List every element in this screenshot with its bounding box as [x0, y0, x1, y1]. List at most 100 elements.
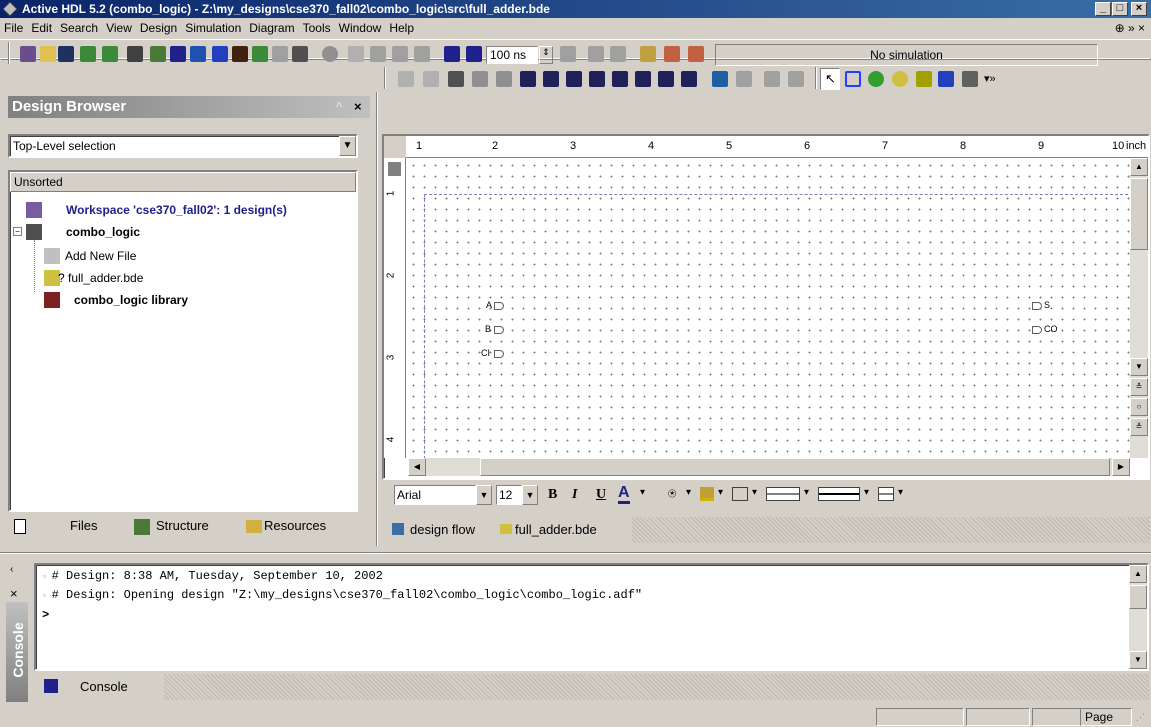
panel-pin-icon[interactable]: ^ — [336, 96, 342, 118]
output-port-s[interactable] — [1032, 302, 1042, 310]
generate-icon[interactable] — [712, 71, 728, 87]
compare-icon[interactable] — [736, 71, 752, 87]
find-icon[interactable] — [190, 46, 206, 62]
copy-icon[interactable] — [423, 71, 439, 87]
time-input[interactable]: 100 ns — [486, 46, 538, 64]
sim-end-icon[interactable] — [414, 46, 430, 62]
pan-icon[interactable] — [543, 71, 559, 87]
input-port-ci[interactable] — [494, 350, 504, 358]
splitter[interactable] — [376, 92, 378, 546]
ruler-handle[interactable] — [388, 162, 401, 176]
console-scroll-thumb[interactable] — [1129, 585, 1147, 609]
size-dropdown-icon[interactable]: ▼ — [522, 485, 538, 505]
undo-icon[interactable] — [472, 71, 488, 87]
output-port-co[interactable] — [1032, 326, 1042, 334]
tree-item-design[interactable]: combo_logic — [66, 224, 140, 240]
zoom-selection-icon[interactable] — [635, 71, 651, 87]
tree-item-library[interactable]: combo_logic library — [74, 292, 188, 308]
find-object-icon[interactable] — [681, 71, 697, 87]
port-tool-icon[interactable] — [892, 71, 908, 87]
tree-item-add-new-file[interactable]: Add New File — [65, 248, 136, 264]
collapse-icon[interactable]: − — [13, 227, 22, 236]
zoom-out-icon[interactable] — [589, 71, 605, 87]
horizontal-scrollbar[interactable]: ◀ ▶ — [408, 458, 1130, 476]
scroll-up-icon[interactable]: ▲ — [1129, 565, 1147, 583]
horizontal-scroll-thumb[interactable] — [480, 458, 1110, 476]
font-size-select[interactable]: 12 — [496, 485, 522, 505]
underline-button[interactable]: U — [596, 487, 606, 503]
waveform-icon[interactable] — [292, 46, 308, 62]
cut-icon[interactable] — [398, 71, 414, 87]
schematic-canvas[interactable]: A B CI S CO — [408, 160, 1130, 464]
tab-files[interactable]: Files — [70, 516, 97, 536]
time-spinner[interactable]: ⇕ — [539, 46, 553, 64]
block-tool-icon[interactable] — [845, 71, 861, 87]
resize-grip-icon[interactable]: ⋰ — [1136, 712, 1145, 723]
step-back-icon[interactable] — [560, 46, 576, 62]
watch-icon[interactable] — [212, 46, 228, 62]
scroll-left-icon[interactable]: ◀ — [408, 458, 426, 476]
symbol-tool-icon[interactable] — [868, 71, 884, 87]
maximize-button[interactable]: □ — [1112, 2, 1128, 16]
stop-icon[interactable] — [322, 46, 338, 62]
step-icon[interactable] — [588, 46, 604, 62]
trace-over-icon[interactable] — [664, 46, 680, 62]
compile-icon[interactable] — [80, 46, 96, 62]
top-level-selection-dropdown[interactable]: Top-Level selection ▼ — [8, 134, 358, 158]
library-icon[interactable] — [232, 46, 248, 62]
arrow-dropdown-icon[interactable]: ▾ — [898, 487, 903, 498]
line-width-dropdown-icon[interactable]: ▾ — [804, 487, 809, 498]
line-style-dropdown-icon[interactable]: ▾ — [864, 487, 869, 498]
menu-edit[interactable]: Edit — [27, 18, 56, 38]
text-color-dropdown-icon[interactable]: ▾ — [640, 487, 645, 498]
group-header[interactable]: Unsorted — [10, 172, 356, 192]
tab-structure[interactable]: Structure — [156, 516, 209, 536]
hierarchy-icon[interactable] — [252, 46, 268, 62]
scroll-up-icon[interactable]: ▲ — [1130, 158, 1148, 176]
menu-help[interactable]: Help — [385, 18, 418, 38]
save-icon[interactable] — [58, 46, 74, 62]
page-up-icon[interactable]: ≛ — [1130, 378, 1148, 396]
border-style-icon[interactable] — [732, 487, 748, 501]
step-over-icon[interactable] — [610, 46, 626, 62]
sim-init-icon[interactable] — [348, 46, 364, 62]
toolbar-more-icon[interactable]: ▾» — [984, 72, 996, 85]
compile-all-icon[interactable] — [102, 46, 118, 62]
input-port-a[interactable] — [494, 302, 504, 310]
font-dropdown-icon[interactable]: ▼ — [476, 485, 492, 505]
line-color-icon[interactable] — [700, 487, 714, 501]
open-icon[interactable] — [40, 46, 56, 62]
structure-icon[interactable] — [150, 46, 166, 62]
input-port-b[interactable] — [494, 326, 504, 334]
line-width-icon[interactable] — [766, 487, 800, 501]
table-icon[interactable] — [788, 71, 804, 87]
minimize-button[interactable]: _ — [1095, 2, 1111, 16]
run-for-icon[interactable] — [466, 46, 482, 62]
scroll-down-icon[interactable]: ▼ — [1130, 358, 1148, 376]
console-icon[interactable] — [170, 46, 186, 62]
zoom-in-icon[interactable] — [566, 71, 582, 87]
fill-color-icon[interactable]: ⍟ — [668, 485, 676, 502]
menu-right-controls[interactable]: ⊕ » × — [1115, 18, 1145, 38]
bus-tap-tool-icon[interactable] — [962, 71, 978, 87]
line-color-dropdown-icon[interactable]: ▾ — [718, 487, 723, 498]
italic-button[interactable]: I — [572, 487, 577, 503]
font-select[interactable]: Arial — [394, 485, 476, 505]
menu-window[interactable]: Window — [335, 18, 386, 38]
workspace-icon[interactable] — [20, 46, 36, 62]
hint-icon[interactable] — [272, 46, 288, 62]
probe-icon[interactable] — [764, 71, 780, 87]
arrow-style-icon[interactable] — [878, 487, 894, 501]
scroll-right-icon[interactable]: ▶ — [1112, 458, 1130, 476]
design-browser-icon[interactable] — [127, 46, 143, 62]
bus-tool-icon[interactable] — [938, 71, 954, 87]
console-output[interactable]: ▫ # Design: 8:38 AM, Tuesday, September … — [34, 563, 1149, 671]
fill-dropdown-icon[interactable]: ▾ — [686, 487, 691, 498]
menu-tools[interactable]: Tools — [299, 18, 335, 38]
tree-item-full-adder[interactable]: ? full_adder.bde — [58, 270, 143, 286]
border-dropdown-icon[interactable]: ▾ — [752, 487, 757, 498]
page-down-icon[interactable]: ≚ — [1130, 418, 1148, 436]
menu-diagram[interactable]: Diagram — [245, 18, 298, 38]
paste-icon[interactable] — [448, 71, 464, 87]
run-icon[interactable] — [444, 46, 460, 62]
